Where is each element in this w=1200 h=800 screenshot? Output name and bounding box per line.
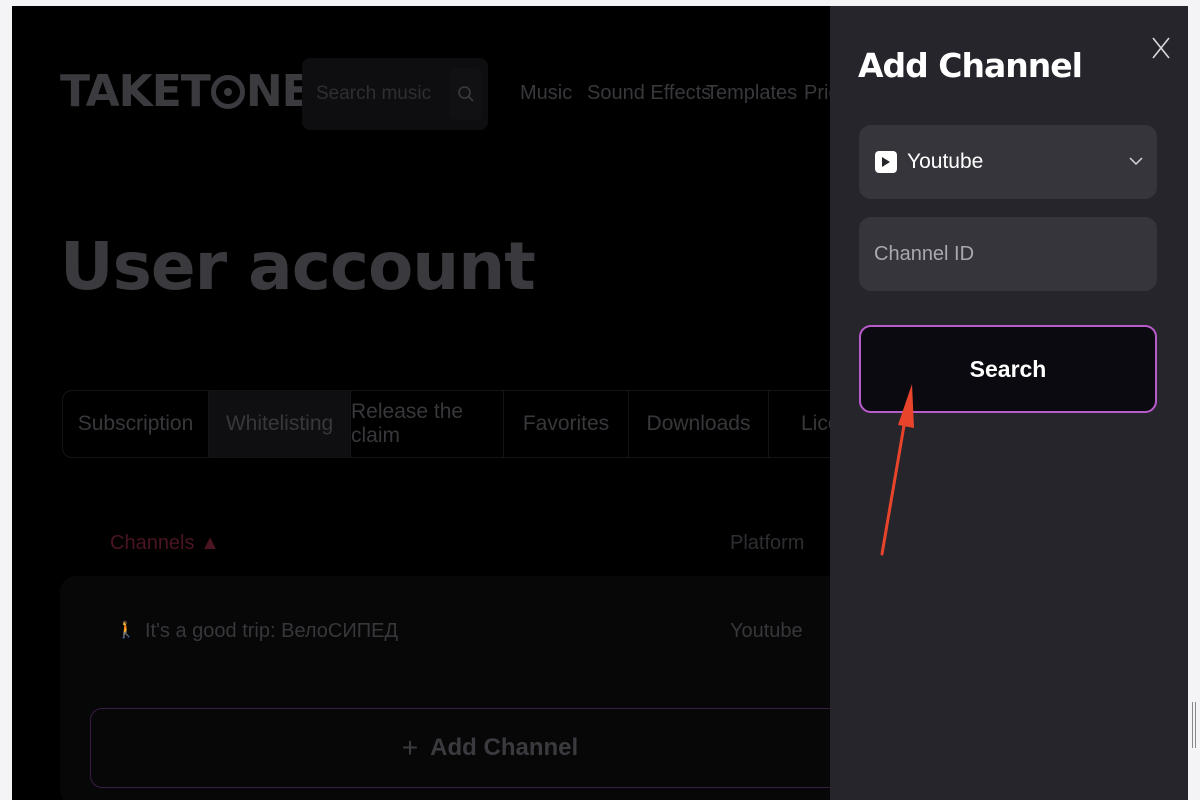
channel-platform: Youtube bbox=[730, 620, 803, 642]
panel-title: Add Channel bbox=[858, 46, 1083, 85]
nav-templates[interactable]: Templates bbox=[706, 82, 797, 105]
chevron-down-icon bbox=[1129, 153, 1143, 171]
tab-favorites[interactable]: Favorites bbox=[504, 391, 629, 457]
music-search-box bbox=[302, 58, 488, 130]
account-tabs: Subscription Whitelisting Release the cl… bbox=[62, 390, 964, 458]
youtube-icon bbox=[875, 151, 897, 173]
page-title: User account bbox=[60, 228, 536, 305]
search-button[interactable]: Search bbox=[859, 325, 1157, 413]
app-frame: TAKETNES Music Sound Effects Templates P… bbox=[12, 6, 1188, 800]
platform-column-header: Platform bbox=[730, 532, 805, 554]
add-channel-label: Add Channel bbox=[430, 734, 579, 761]
add-channel-button[interactable]: + Add Channel bbox=[90, 708, 890, 788]
channel-avatar-icon: 🚶 bbox=[116, 622, 136, 639]
sort-asc-icon: ▲ bbox=[200, 532, 220, 554]
tab-whitelisting[interactable]: Whitelisting bbox=[209, 391, 351, 457]
platform-selected-value: Youtube bbox=[907, 150, 984, 173]
search-icon[interactable] bbox=[450, 68, 482, 120]
tab-release-the-claim[interactable]: Release the claim bbox=[351, 391, 504, 457]
logo-disc-icon bbox=[210, 75, 245, 109]
close-icon[interactable] bbox=[1150, 36, 1174, 60]
music-search-input[interactable] bbox=[314, 78, 448, 110]
plus-icon: + bbox=[401, 732, 419, 763]
channel-name: It's a good trip: ВелоСИПЕД bbox=[145, 620, 399, 642]
platform-select[interactable]: Youtube bbox=[859, 125, 1157, 199]
tab-downloads[interactable]: Downloads bbox=[629, 391, 769, 457]
nav-music[interactable]: Music bbox=[520, 82, 572, 105]
nav-sound-effects[interactable]: Sound Effects bbox=[587, 82, 711, 105]
scrollbar-handle[interactable] bbox=[1192, 702, 1196, 748]
channel-id-input[interactable] bbox=[859, 217, 1157, 291]
taketones-logo[interactable]: TAKET NES bbox=[60, 70, 342, 114]
channels-column-header[interactable]: Channels ▲ bbox=[110, 532, 220, 555]
tab-subscription[interactable]: Subscription bbox=[63, 391, 209, 457]
add-channel-panel: Add Channel Youtube Search bbox=[830, 6, 1188, 800]
